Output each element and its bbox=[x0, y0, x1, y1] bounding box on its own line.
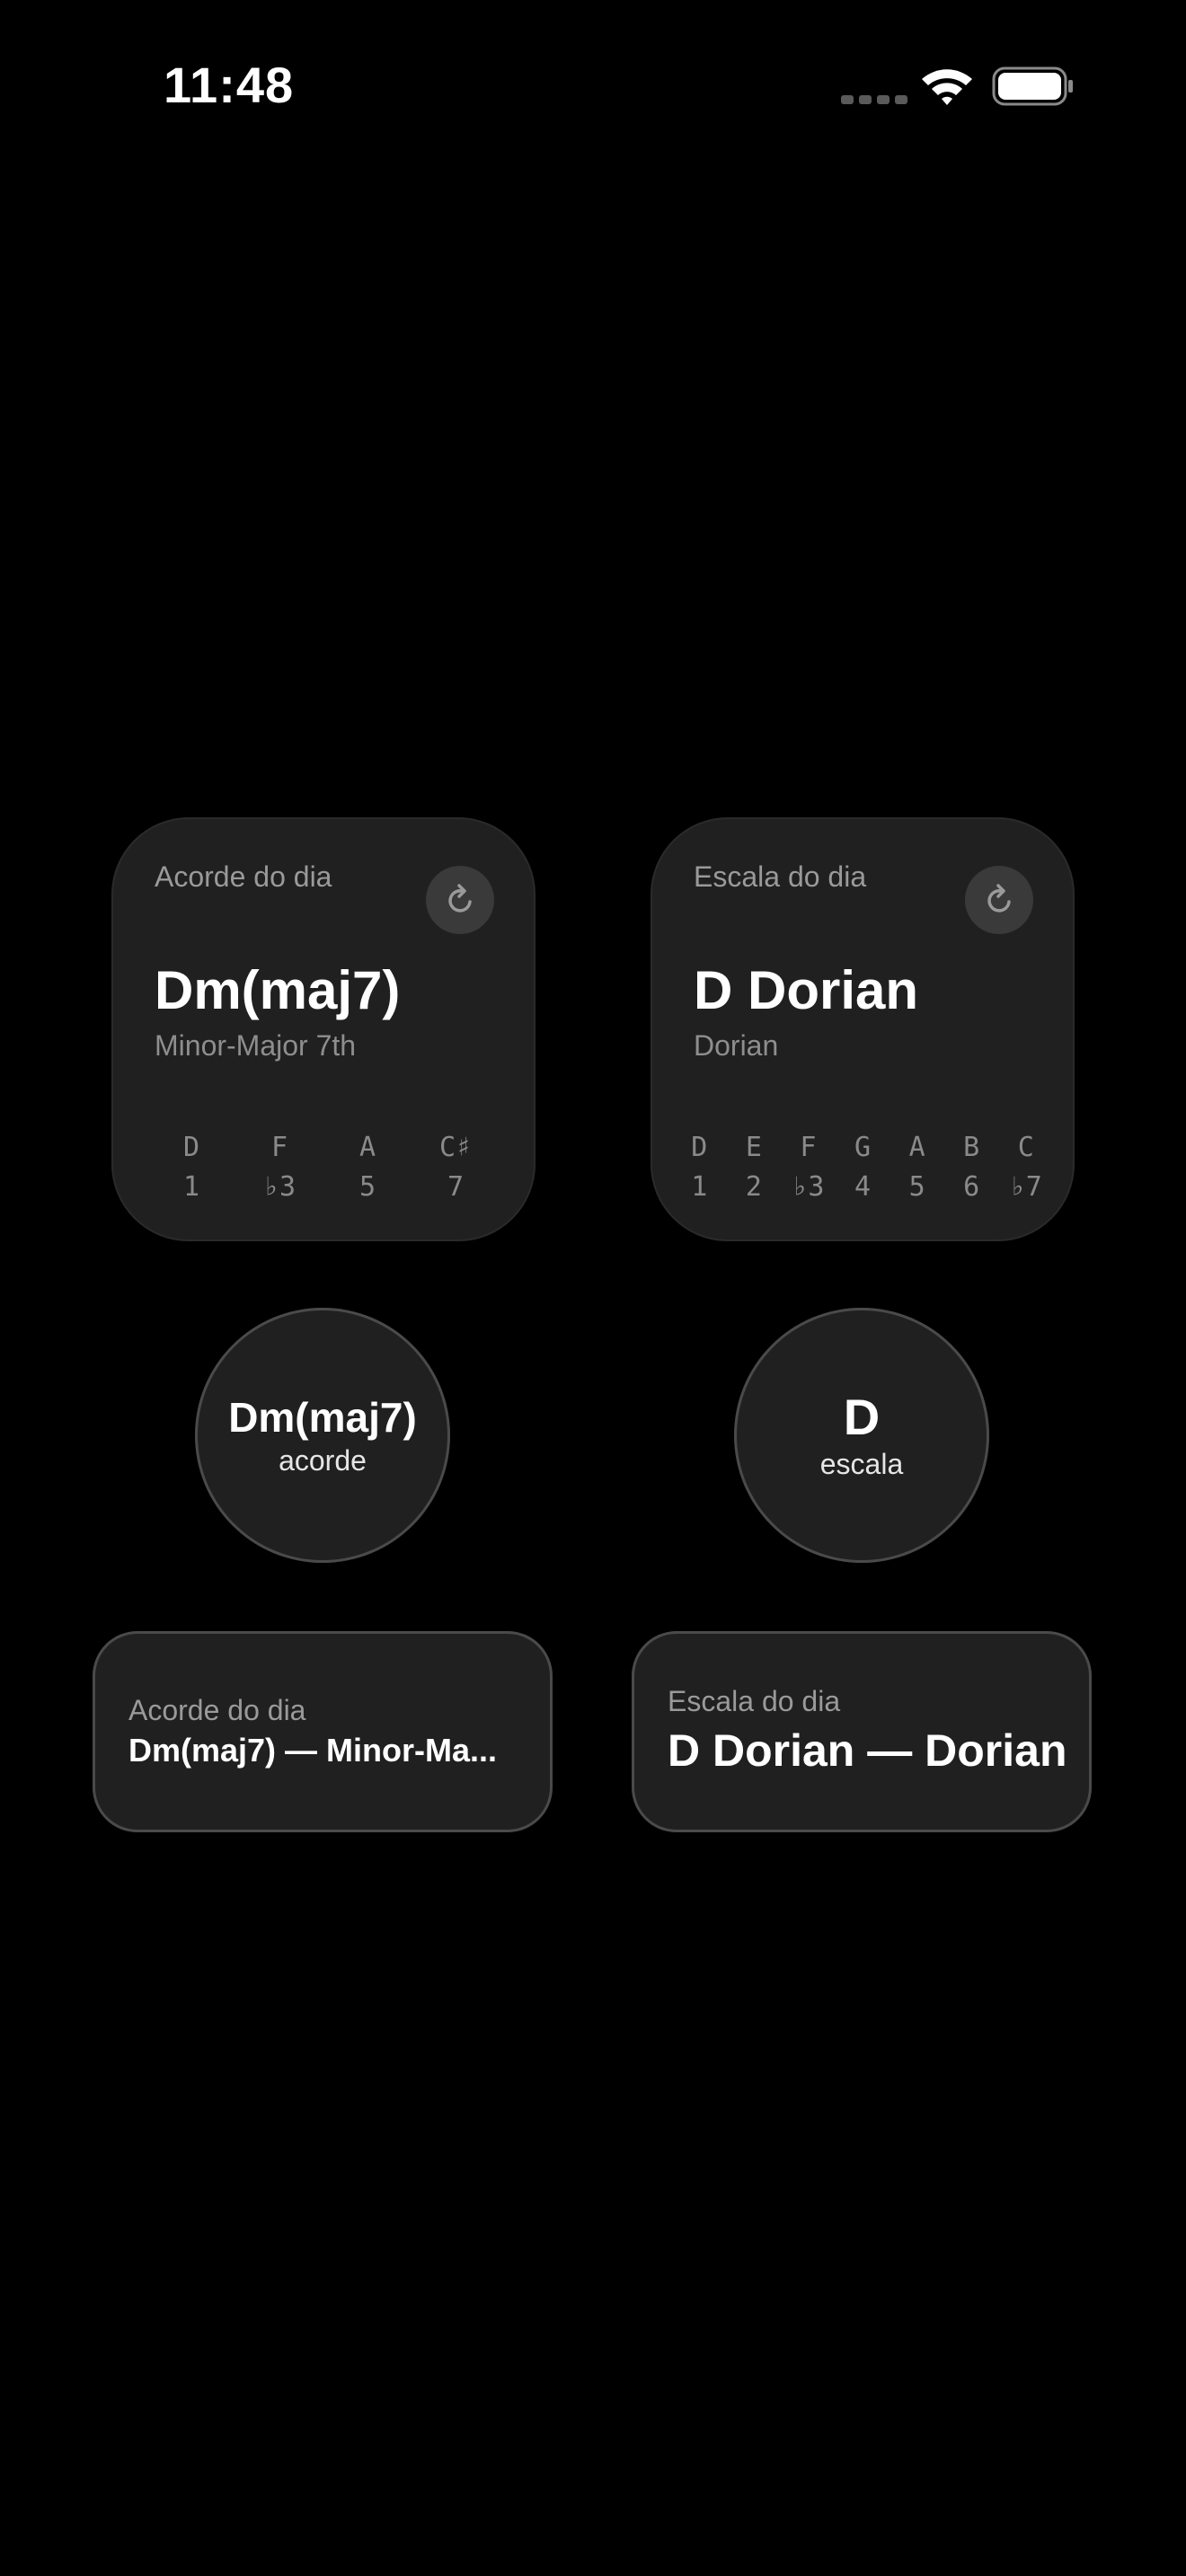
chord-note: D 1 bbox=[147, 1128, 235, 1207]
scale-note: D 1 bbox=[672, 1128, 727, 1207]
note-degree: 5 bbox=[908, 1171, 925, 1203]
scale-refresh-button[interactable] bbox=[965, 866, 1033, 934]
refresh-icon bbox=[448, 884, 472, 913]
note-name: D bbox=[691, 1132, 708, 1163]
scale-widget-rectangular[interactable]: Escala do dia D Dorian — Dorian bbox=[632, 1631, 1092, 1832]
chord-widget-large[interactable]: Acorde do dia Dm(maj7) Minor-Major 7th D… bbox=[111, 817, 535, 1241]
scale-rect-label: Escala do dia bbox=[668, 1685, 841, 1717]
note-degree: 6 bbox=[963, 1171, 980, 1203]
chord-quality: Minor-Major 7th bbox=[155, 1029, 357, 1062]
note-name: E bbox=[745, 1132, 762, 1163]
note-name: F bbox=[800, 1132, 817, 1163]
note-degree: 5 bbox=[358, 1171, 376, 1203]
chord-note: F ♭3 bbox=[235, 1128, 323, 1207]
chord-rect-label: Acorde do dia bbox=[128, 1694, 306, 1726]
note-name: B bbox=[963, 1132, 980, 1163]
chord-circle-subtitle: acorde bbox=[279, 1444, 367, 1477]
scale-widget-label: Escala do dia bbox=[694, 860, 867, 893]
chord-widget-label: Acorde do dia bbox=[155, 860, 332, 893]
note-name: G bbox=[854, 1132, 872, 1163]
scale-note: F ♭3 bbox=[781, 1128, 836, 1207]
note-degree: 1 bbox=[691, 1171, 708, 1203]
scale-note: B 6 bbox=[944, 1128, 999, 1207]
scale-note: C ♭7 bbox=[998, 1128, 1053, 1207]
chord-rect-text: Dm(maj7) — Minor-Ma... bbox=[128, 1732, 498, 1769]
scale-circle-subtitle: escala bbox=[819, 1448, 904, 1480]
status-time: 11:48 bbox=[164, 57, 295, 113]
scale-circle-title: D bbox=[843, 1389, 881, 1445]
scale-name: D Dorian bbox=[694, 960, 919, 1020]
note-degree: ♭3 bbox=[792, 1171, 825, 1203]
chord-refresh-button[interactable] bbox=[426, 866, 494, 934]
refresh-icon bbox=[987, 884, 1011, 913]
scale-notes: D 1 E 2 F ♭3 G 4 A 5 B 6 C ♭7 bbox=[651, 1128, 1075, 1207]
battery-icon bbox=[992, 66, 1073, 106]
note-degree: 2 bbox=[745, 1171, 762, 1203]
chord-note: A 5 bbox=[323, 1128, 412, 1207]
note-degree: 4 bbox=[854, 1171, 872, 1203]
scale-widget-circular[interactable]: D escala bbox=[734, 1308, 989, 1563]
note-name: A bbox=[908, 1132, 925, 1163]
note-name: D bbox=[182, 1132, 200, 1163]
chord-widget-rectangular[interactable]: Acorde do dia Dm(maj7) — Minor-Ma... bbox=[93, 1631, 553, 1832]
note-degree: 1 bbox=[182, 1171, 200, 1203]
note-name: A bbox=[358, 1132, 376, 1163]
note-degree: ♭3 bbox=[262, 1171, 296, 1203]
wifi-icon bbox=[922, 69, 972, 105]
scale-note: G 4 bbox=[836, 1128, 890, 1207]
note-name: F bbox=[270, 1132, 288, 1163]
signal-icon bbox=[841, 95, 907, 104]
chord-notes: D 1 F ♭3 A 5 C♯ 7 bbox=[111, 1128, 535, 1207]
scale-widget-large[interactable]: Escala do dia D Dorian Dorian D 1 E 2 F … bbox=[651, 817, 1075, 1241]
chord-note: C♯ 7 bbox=[412, 1128, 500, 1207]
note-degree: ♭7 bbox=[1009, 1171, 1042, 1203]
chord-circle-title: Dm(maj7) bbox=[228, 1394, 417, 1441]
chord-name: Dm(maj7) bbox=[155, 960, 401, 1020]
scale-mode: Dorian bbox=[694, 1029, 779, 1062]
note-name: C♯ bbox=[438, 1132, 473, 1163]
scale-rect-text: D Dorian — Dorian bbox=[668, 1725, 1065, 1776]
chord-widget-circular[interactable]: Dm(maj7) acorde bbox=[195, 1308, 450, 1563]
note-degree: 7 bbox=[447, 1171, 465, 1203]
scale-note: E 2 bbox=[727, 1128, 782, 1207]
note-name: C bbox=[1017, 1132, 1034, 1163]
scale-note: A 5 bbox=[890, 1128, 944, 1207]
